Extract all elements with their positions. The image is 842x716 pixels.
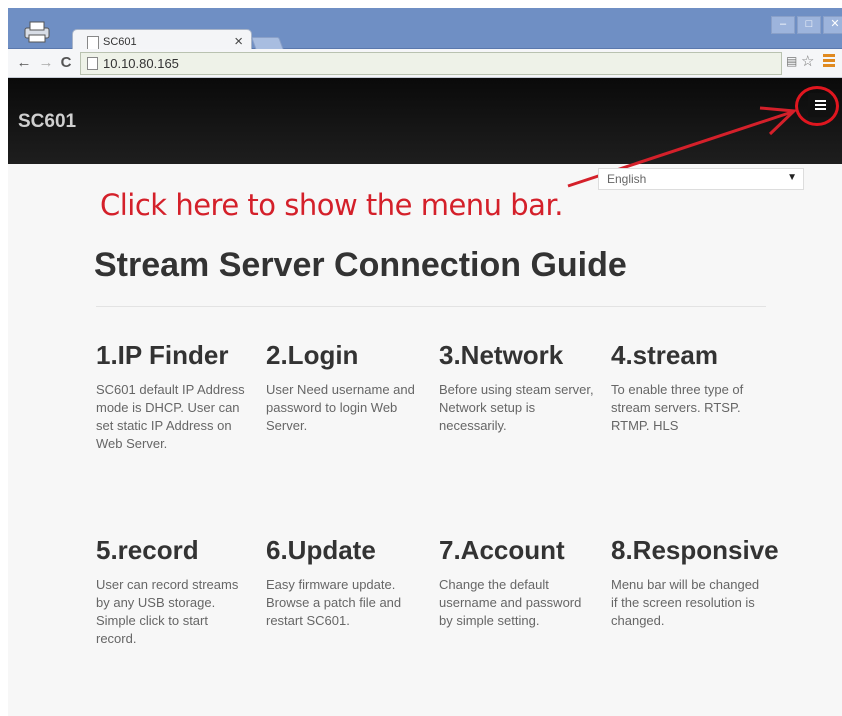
step-text: To enable three type of stream servers. … (611, 382, 744, 433)
step-card: 4.stream To enable three type of stream … (611, 340, 771, 435)
step-card: 1.IP Finder SC601 default IP Address mod… (96, 340, 256, 453)
step-card: 8.Responsive Menu bar will be changed if… (611, 535, 779, 630)
step-card: 7.Account Change the default username an… (439, 535, 599, 630)
page-icon (87, 57, 98, 70)
browser-menu-icon[interactable] (823, 54, 835, 69)
step-card: 2.Login User Need username and password … (266, 340, 426, 435)
language-selected: English (607, 172, 647, 186)
step-heading: 6.Update (266, 535, 376, 565)
back-button[interactable]: ← (16, 53, 32, 73)
step-heading: 4.stream (611, 340, 718, 370)
tab-title: SC601 (103, 36, 137, 48)
caret-down-icon: ▼ (787, 172, 797, 183)
browser-toolbar: ← → C 10.10.80.165 ▤ ☆ (8, 49, 842, 78)
bookmark-star-icon[interactable]: ☆ (801, 52, 814, 70)
step-card: 5.record User can record streams by any … (96, 535, 256, 648)
step-heading: 5.record (96, 535, 199, 565)
step-text: Before using steam server, Network setup… (439, 382, 594, 433)
annotation-text: Click here to show the menu bar. (100, 188, 563, 222)
step-text: User can record streams by any USB stora… (96, 577, 239, 646)
step-text: SC601 default IP Address mode is DHCP. U… (96, 382, 245, 451)
step-heading: 8.Responsive (611, 535, 779, 565)
step-card: 6.Update Easy firmware update. Browse a … (266, 535, 426, 630)
document-icon (87, 36, 99, 50)
step-heading: 1.IP Finder (96, 340, 229, 370)
printer-icon (24, 21, 50, 43)
step-text: Menu bar will be changed if the screen r… (611, 577, 760, 628)
close-window-button[interactable]: ✕ (823, 16, 842, 34)
step-heading: 2.Login (266, 340, 359, 370)
step-text: User Need username and password to login… (266, 382, 415, 433)
step-text: Easy firmware update. Browse a patch fil… (266, 577, 402, 628)
browser-titlebar: SC601 × – □ ✕ (8, 8, 842, 56)
divider (96, 306, 766, 307)
minimize-button[interactable]: – (771, 16, 795, 34)
forward-button[interactable]: → (38, 53, 54, 73)
step-card: 3.Network Before using steam server, Net… (439, 340, 599, 435)
page-title: Stream Server Connection Guide (94, 246, 627, 284)
url-text[interactable]: 10.10.80.165 (103, 56, 179, 71)
address-bar[interactable]: 10.10.80.165 (80, 52, 782, 75)
step-text: Change the default username and password… (439, 577, 582, 628)
maximize-button[interactable]: □ (797, 16, 821, 34)
step-heading: 3.Network (439, 340, 564, 370)
page-action-icon[interactable]: ▤ (786, 54, 797, 68)
reload-button[interactable]: C (58, 53, 74, 73)
web-page: SC601 English ▼ Click here to show the m… (8, 78, 842, 716)
step-heading: 7.Account (439, 535, 565, 565)
language-select[interactable]: English ▼ (598, 168, 804, 190)
